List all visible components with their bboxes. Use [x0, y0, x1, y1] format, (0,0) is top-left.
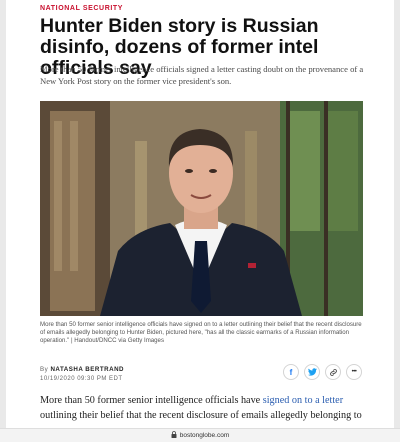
body-text-start: More than 50 former senior intelligence …: [40, 395, 263, 406]
author-name[interactable]: NATASHA BERTRAND: [50, 366, 124, 373]
link-icon: [329, 368, 337, 376]
section-label[interactable]: NATIONAL SECURITY: [40, 5, 123, 12]
byline-prefix: By: [40, 366, 49, 373]
more-icon: •••: [351, 369, 357, 375]
byline: By NATASHA BERTRAND: [40, 366, 124, 373]
twitter-share-button[interactable]: [304, 364, 320, 380]
article-photo: [40, 101, 363, 316]
facebook-share-button[interactable]: f: [283, 364, 299, 380]
article-body-paragraph: More than 50 former senior intelligence …: [40, 393, 370, 423]
more-share-button[interactable]: •••: [346, 364, 362, 380]
photo-illustration: [40, 101, 363, 316]
photo-caption: More than 50 former senior intelligence …: [40, 321, 362, 345]
letter-link[interactable]: signed on to a letter: [263, 395, 343, 406]
lock-icon: [171, 431, 177, 440]
browser-url-bar[interactable]: bostonglobe.com: [0, 428, 400, 442]
facebook-icon: f: [289, 367, 293, 377]
copy-link-button[interactable]: [325, 364, 341, 380]
publish-date: 10/19/2020 09:30 PM EDT: [40, 376, 123, 382]
body-text-end: outlining their belief that the recent d…: [40, 410, 362, 421]
article-dek: More than 50 former intelligence officia…: [40, 64, 364, 86]
url-text: bostonglobe.com: [179, 432, 230, 439]
twitter-icon: [307, 368, 317, 376]
